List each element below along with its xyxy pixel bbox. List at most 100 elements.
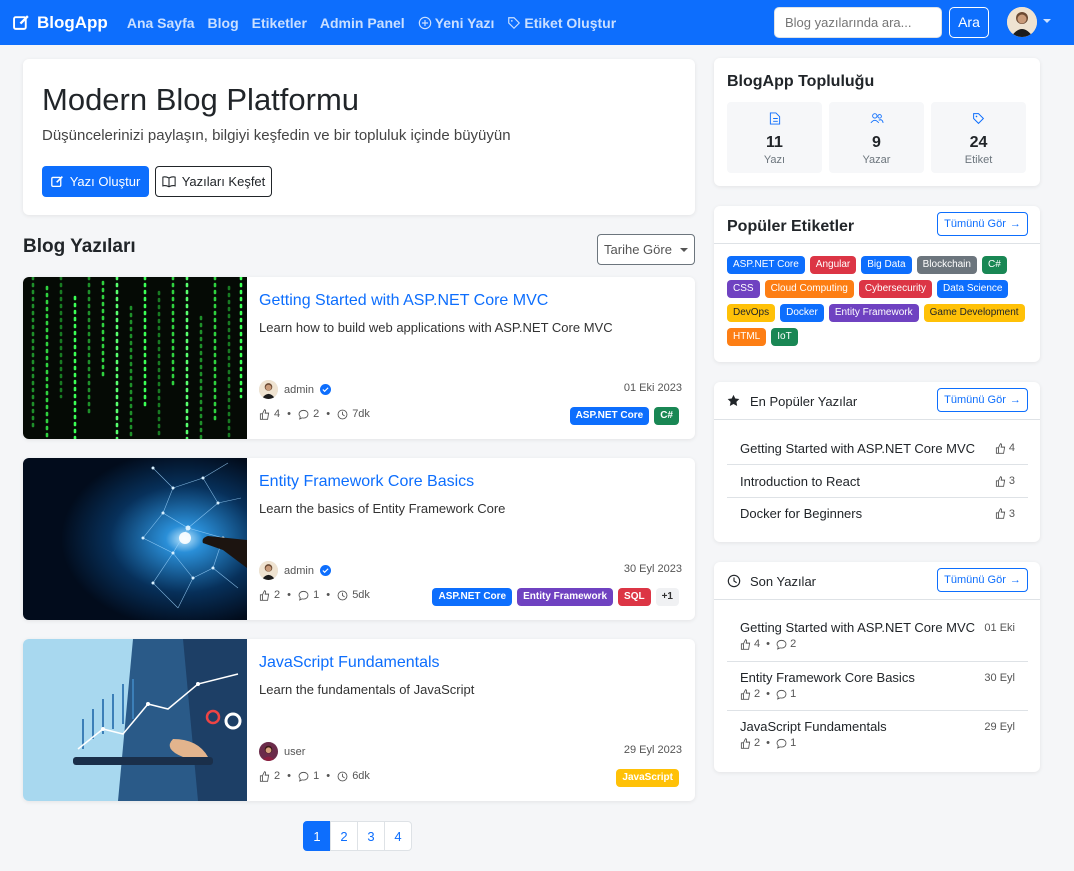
popular-post-likes: 3 [995, 475, 1015, 487]
page-link-1[interactable]: 1 [303, 821, 331, 851]
explore-posts-label: Yazıları Keşfet [181, 174, 266, 189]
brand-link[interactable]: BlogApp [13, 13, 108, 33]
page-link-4[interactable]: 4 [384, 821, 412, 851]
tag-badge[interactable]: Cloud Computing [764, 280, 854, 298]
hero-title: Modern Blog Platformu [42, 82, 360, 117]
create-post-button[interactable]: Yazı Oluştur [42, 166, 149, 197]
comments-count: 1 [790, 737, 797, 749]
separator-dot: • [284, 408, 295, 420]
verified-icon [319, 384, 331, 395]
pencil-square-icon [13, 15, 29, 30]
user-menu-caret-icon[interactable] [1043, 19, 1051, 23]
arrow-right-icon: → [1009, 574, 1021, 586]
author-avatar [259, 380, 278, 399]
tag-badge[interactable]: Big Data [861, 256, 912, 274]
post-author[interactable]: admin [259, 561, 331, 580]
nav-create-tag[interactable]: Etiket Oluştur [507, 15, 616, 31]
more-tags-badge[interactable]: +1 [655, 588, 679, 606]
user-avatar[interactable] [1007, 7, 1037, 37]
post-likes: 2 [274, 589, 281, 601]
tag-badge[interactable]: Entity Framework [828, 304, 919, 322]
stat-label: Etiket [964, 154, 993, 166]
tag-badge[interactable]: Blockchain [916, 256, 977, 274]
sort-dropdown[interactable]: Tarihe Göre [597, 234, 695, 265]
post-likes: 2 [274, 770, 281, 782]
post-author[interactable]: admin [259, 380, 331, 399]
explore-posts-button[interactable]: Yazıları Keşfet [155, 166, 272, 197]
recent-post-title: JavaScript Fundamentals [740, 719, 887, 734]
popular-post-item[interactable]: Getting Started with ASP.NET Core MVC 4 [727, 432, 1028, 465]
popular-posts-title: En Popüler Yazılar [750, 394, 858, 409]
see-all-popular-button[interactable]: Tümünü Gör → [937, 388, 1028, 412]
tag-badge[interactable]: DevOps [727, 304, 776, 322]
tag-badge[interactable]: SQL [618, 588, 651, 606]
divider [714, 599, 1040, 600]
community-title: BlogApp Topluluğu [727, 73, 875, 90]
tag-badge[interactable]: Cybersecurity [858, 280, 932, 298]
likes-count: 3 [1008, 507, 1015, 520]
post-author[interactable]: user [259, 742, 305, 761]
clock-icon [337, 409, 348, 419]
separator-dot: • [323, 589, 334, 601]
post-thumbnail[interactable] [23, 639, 247, 801]
page-link-3[interactable]: 3 [357, 821, 385, 851]
recent-post-item[interactable]: JavaScript Fundamentals 29 Eyl 2 • 1 [727, 711, 1028, 759]
tag-badge[interactable]: Entity Framework [517, 588, 614, 606]
see-all-tags-button[interactable]: Tümünü Gör → [937, 212, 1028, 236]
separator-dot: • [763, 737, 774, 749]
tag-badge[interactable]: ASP.NET Core [432, 588, 513, 606]
page-link-2[interactable]: 2 [330, 821, 358, 851]
book-icon [162, 176, 176, 188]
comment-icon [298, 590, 309, 601]
thumbs-up-icon [259, 770, 270, 782]
post-card[interactable]: Entity Framework Core Basics Learn the b… [23, 458, 695, 620]
see-all-recent-button[interactable]: Tümünü Gör → [937, 568, 1028, 592]
people-icon [870, 113, 884, 124]
navbar: BlogApp Ana Sayfa Blog Etiketler Admin P… [0, 0, 1074, 45]
post-title-link[interactable]: Getting Started with ASP.NET Core MVC [259, 292, 548, 310]
popular-post-item[interactable]: Introduction to React 3 [727, 465, 1028, 498]
tag-badge[interactable]: Game Development [923, 304, 1025, 322]
post-title-link[interactable]: JavaScript Fundamentals [259, 654, 440, 672]
popular-post-title: Introduction to React [740, 473, 860, 489]
tag-badge[interactable]: CSS [727, 280, 760, 298]
recent-post-item[interactable]: Getting Started with ASP.NET Core MVC 01… [727, 614, 1028, 662]
search-button[interactable]: Ara [949, 7, 989, 38]
author-name: admin [284, 383, 314, 396]
separator-dot: • [323, 770, 334, 782]
nav-new-post[interactable]: Yeni Yazı [418, 15, 494, 31]
author-avatar [259, 561, 278, 580]
tag-badge[interactable]: ASP.NET Core [569, 407, 650, 425]
nav-admin[interactable]: Admin Panel [320, 15, 405, 31]
tag-badge[interactable]: C# [981, 256, 1007, 274]
post-card[interactable]: Getting Started with ASP.NET Core MVC Le… [23, 277, 695, 439]
recent-post-date: 01 Eki [984, 622, 1015, 634]
tag-badge[interactable]: IoT [771, 328, 798, 346]
tag-badge[interactable]: JavaScript [616, 769, 679, 787]
tag-badge[interactable]: Docker [780, 304, 824, 322]
popular-post-item[interactable]: Docker for Beginners 3 [727, 498, 1028, 529]
author-avatar [259, 742, 278, 761]
post-card[interactable]: JavaScript Fundamentals Learn the fundam… [23, 639, 695, 801]
nav-blog[interactable]: Blog [208, 15, 239, 31]
tag-badge[interactable]: Data Science [936, 280, 1009, 298]
tag-badge[interactable]: C# [654, 407, 679, 425]
nav-tags[interactable]: Etiketler [252, 15, 307, 31]
search-input[interactable] [774, 7, 942, 38]
recent-post-item[interactable]: Entity Framework Core Basics 30 Eyl 2 • … [727, 662, 1028, 711]
post-thumbnail[interactable] [23, 458, 247, 620]
comments-count: 2 [790, 638, 797, 650]
post-thumbnail[interactable] [23, 277, 247, 439]
post-read-time: 6dk [352, 770, 370, 782]
tag-badge[interactable]: Angular [809, 256, 857, 274]
tag-badge[interactable]: HTML [727, 328, 767, 346]
nav-home[interactable]: Ana Sayfa [127, 15, 195, 31]
popular-post-title: Docker for Beginners [740, 506, 863, 521]
chevron-down-icon [679, 247, 688, 252]
recent-post-date: 29 Eyl [984, 721, 1015, 733]
post-title-link[interactable]: Entity Framework Core Basics [259, 473, 474, 491]
comment-icon [298, 771, 309, 782]
divider [714, 419, 1040, 420]
tag-badge[interactable]: ASP.NET Core [727, 256, 805, 274]
verified-icon [319, 565, 331, 576]
